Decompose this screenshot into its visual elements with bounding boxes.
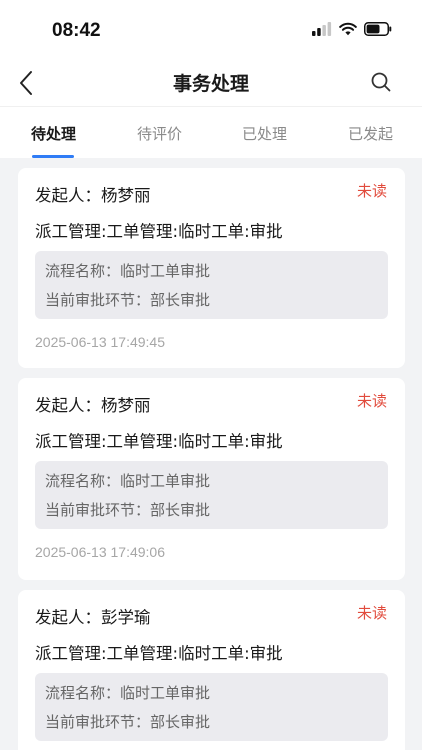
card-timestamp: 2025-06-13 17:49:06 [35,544,165,560]
task-card[interactable]: 发起人：彭学瑜 未读 派工管理:工单管理:临时工单:审批 流程名称：临时工单审批… [18,590,405,750]
process-name: 流程名称：临时工单审批 [45,684,211,702]
tab-pending[interactable]: 待处理 [31,123,76,144]
card-initiator: 发起人：杨梦丽 [35,186,151,205]
nav-bar: 事务处理 [0,58,422,106]
status-bar: 08:42 [0,0,422,58]
unread-badge: 未读 [356,182,387,200]
page-title: 事务处理 [172,73,249,95]
tab-to-evaluate[interactable]: 待评价 [137,123,182,144]
card-detail-box: 流程名称：临时工单审批 当前审批环节：部长审批 [35,673,388,741]
signal-icon [312,22,332,36]
card-path: 派工管理:工单管理:临时工单:审批 [35,432,283,451]
task-card[interactable]: 发起人：杨梦丽 未读 派工管理:工单管理:临时工单:审批 流程名称：临时工单审批… [18,168,405,368]
current-step: 当前审批环节：部长审批 [45,291,211,309]
search-button[interactable] [370,71,392,93]
tab-processed[interactable]: 已处理 [242,123,287,144]
active-tab-indicator [32,155,74,158]
card-path: 派工管理:工单管理:临时工单:审批 [35,222,283,241]
unread-badge: 未读 [356,392,387,410]
card-initiator: 发起人：杨梦丽 [35,396,151,415]
wifi-icon [339,22,357,36]
status-time: 08:42 [52,20,101,41]
battery-icon [364,22,392,36]
task-card[interactable]: 发起人：杨梦丽 未读 派工管理:工单管理:临时工单:审批 流程名称：临时工单审批… [18,378,405,580]
tab-initiated[interactable]: 已发起 [348,123,393,144]
card-path: 派工管理:工单管理:临时工单:审批 [35,644,283,663]
card-timestamp: 2025-06-13 17:49:45 [35,334,165,350]
card-detail-box: 流程名称：临时工单审批 当前审批环节：部长审批 [35,461,388,529]
process-name: 流程名称：临时工单审批 [45,262,211,280]
card-initiator: 发起人：彭学瑜 [35,608,151,627]
process-name: 流程名称：临时工单审批 [45,472,211,490]
tab-bar: 待处理 待评价 已处理 已发起 [0,106,422,158]
unread-badge: 未读 [356,604,387,622]
search-icon [371,72,391,92]
card-detail-box: 流程名称：临时工单审批 当前审批环节：部长审批 [35,251,388,319]
current-step: 当前审批环节：部长审批 [45,713,211,731]
current-step: 当前审批环节：部长审批 [45,501,211,519]
status-icons [312,22,392,36]
